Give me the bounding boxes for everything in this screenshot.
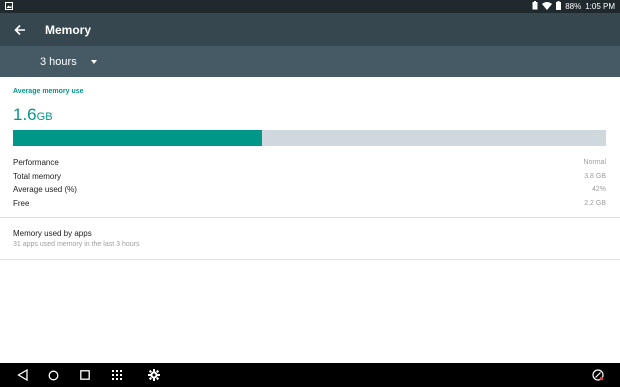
time-range-label: 3 hours [40, 56, 77, 68]
battery-percent: 88% [565, 2, 582, 11]
stat-value: 42% [591, 186, 606, 194]
wifi-icon [542, 1, 553, 12]
stat-row-performance: Performance Normal [13, 156, 606, 170]
stat-value: Normal [583, 159, 606, 167]
app-bar: Memory [0, 13, 620, 46]
memory-content: Average memory use 1.6GB Performance Nor… [0, 77, 620, 363]
list-item-title: Memory used by apps [13, 229, 92, 238]
stat-label: Performance [13, 158, 59, 168]
battery-saver-icon [532, 1, 538, 12]
home-nav-icon[interactable] [45, 367, 61, 383]
average-memory-heading: Average memory use [13, 88, 84, 95]
page-title: Memory [45, 23, 92, 37]
stat-label: Total memory [13, 171, 62, 181]
divider [0, 259, 620, 260]
image-notification-icon [5, 2, 13, 12]
time-range-dropdown[interactable]: 3 hours [40, 54, 97, 70]
memory-used-by-apps-item[interactable]: Memory used by apps 31 apps used memory … [0, 218, 620, 259]
average-memory-number: 1.6 [13, 105, 37, 124]
screen-record-icon[interactable] [590, 367, 606, 383]
recents-nav-icon[interactable] [77, 367, 93, 383]
stat-row-total-memory: Total memory 3.8 GB [13, 170, 606, 184]
battery-icon [556, 1, 562, 12]
back-nav-icon[interactable] [14, 367, 30, 383]
clock: 1:05 PM [585, 2, 615, 11]
average-memory-unit: GB [36, 111, 53, 123]
average-memory-value: 1.6GB [13, 105, 53, 125]
filter-bar: 3 hours [0, 46, 620, 77]
memory-usage-fill [13, 130, 263, 146]
apps-grid-icon[interactable] [109, 367, 125, 383]
status-bar: 88% 1:05 PM [0, 0, 620, 13]
navigation-bar [0, 363, 620, 387]
stat-row-free: Free 2.2 GB [13, 197, 606, 211]
memory-usage-bar [13, 130, 606, 146]
stat-label: Average used (%) [13, 185, 77, 195]
stat-value: 2.2 GB [584, 199, 606, 207]
stat-value: 3.8 GB [584, 172, 606, 180]
stat-label: Free [13, 198, 30, 208]
arrow-back-icon[interactable] [10, 20, 30, 40]
dropdown-caret-icon [90, 60, 97, 64]
stat-row-average-used: Average used (%) 42% [13, 183, 606, 197]
list-item-subtitle: 31 apps used memory in the last 3 hours [13, 241, 140, 248]
settings-gear-icon[interactable] [146, 367, 162, 383]
memory-stats: Performance Normal Total memory 3.8 GB A… [13, 156, 606, 210]
